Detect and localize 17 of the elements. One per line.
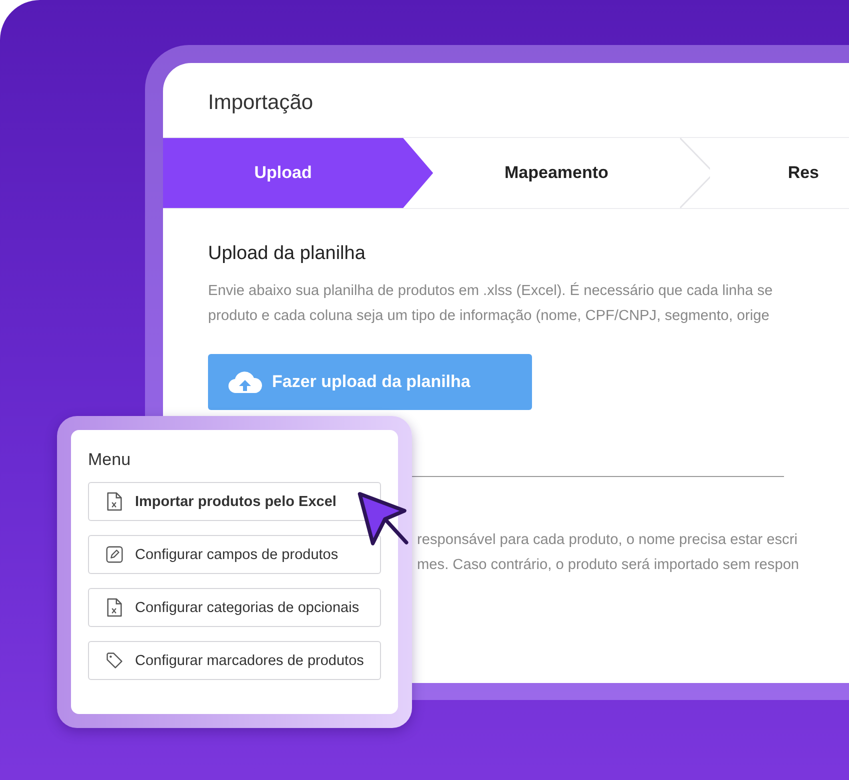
cloud-upload-icon: [228, 370, 262, 394]
tag-icon: [106, 651, 123, 670]
section-title: Upload da planilha: [208, 243, 366, 265]
description-text: Envie abaixo sua planilha de produtos em .xlss (Excel). É necessário que cada linha se: [208, 281, 774, 301]
menu-item[interactable]: Configurar marcadores de produtos: [88, 641, 381, 680]
menu-item[interactable]: Configurar campos de produtos: [88, 535, 381, 574]
note-text: responsável para cada produto, o nome precisa estar escri: [417, 531, 798, 550]
note-text: mes. Caso contrário, o produto será importado sem respon: [417, 556, 800, 575]
menu-item[interactable]: Configurar categorias de opcionais: [88, 588, 381, 627]
spreadsheet-file-icon: [106, 598, 123, 617]
description-text: produto e cada coluna seja um tipo de informação (nome, CPF/CNPJ, segmento, orige: [208, 307, 770, 326]
spreadsheet-file-icon: [106, 492, 123, 511]
menu-item[interactable]: Importar produtos pelo Excel: [88, 482, 381, 521]
menu-title: Menu: [88, 450, 132, 470]
step-tab[interactable]: Upload: [163, 138, 434, 208]
window-title: Importação: [207, 90, 314, 116]
edit-icon: [106, 545, 123, 564]
